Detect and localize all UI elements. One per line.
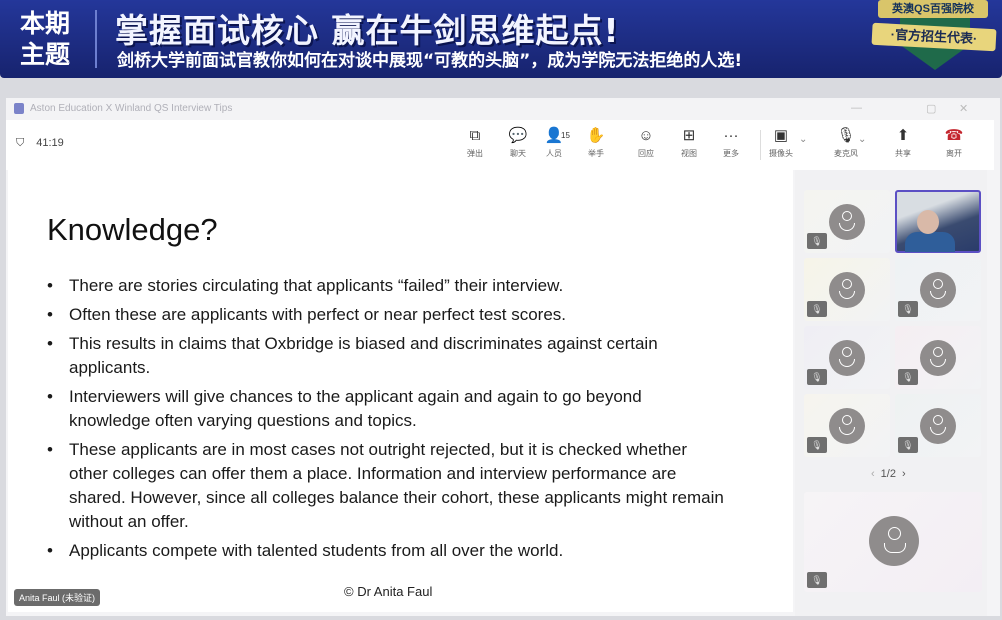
bullet: These applicants are in most cases not o… [47,438,727,534]
participant-tile[interactable]: 🎙 [804,190,890,253]
close-button[interactable]: ✕ [959,102,968,115]
mic-muted-icon: 🎙 [807,233,827,249]
slide-bullets: There are stories circulating that appli… [47,274,727,568]
maximize-button[interactable]: ▢ [926,102,936,115]
popout-button[interactable]: ⧉ 弹出 [455,126,495,159]
slide-title: Knowledge? [47,212,218,247]
participant-tile[interactable]: 🎙 [804,394,890,457]
raise-hand-button[interactable]: ✋ 举手 [576,126,616,159]
share-button[interactable]: ⬆ 共享 [883,126,923,159]
chat-icon: 💬 [508,127,528,144]
share-icon: ⬆ [896,127,910,144]
avatar-icon [920,340,956,376]
raise-hand-icon: ✋ [586,127,606,144]
toolbar-label: 离开 [946,149,962,158]
participant-gallery: 🎙 🎙 🎙 🎙 🎙 🎙 🎙 ‹ 1/2 › 🎙 [795,170,987,616]
title-bar: Aston Education X Winland QS Interview T… [6,98,1000,120]
toolbar-label: 人员 [546,149,562,158]
avatar-icon [920,272,956,308]
slide-copyright: © Dr Anita Faul [344,584,433,599]
mic-muted-icon: 🎙 [807,301,827,317]
participant-tile[interactable]: 🎙 [804,326,890,389]
video-face [917,210,939,234]
toolbar-label: 麦克风 [834,149,858,158]
bullet: Often these are applicants with perfect … [47,303,727,327]
shared-slide: Knowledge? There are stories circulating… [8,170,793,612]
minimize-button[interactable]: — [851,102,862,114]
chat-button[interactable]: 💬 聊天 [498,126,538,159]
meeting-window: Aston Education X Winland QS Interview T… [6,98,1000,616]
participant-tile[interactable]: 🎙 [804,258,890,321]
toolbar-label: 共享 [895,149,911,158]
badge-logo: 英澳QS百强院校 ·官方招生代表· [871,0,1000,70]
mic-muted-icon: 🎙 [807,572,827,588]
toolbar-label: 摄像头 [769,149,793,158]
toolbar-label: 聊天 [510,149,526,158]
promo-banner: 本期 主题 掌握面试核心 赢在牛剑思维起点! 剑桥大学前面试官教你如何在对谈中展现… [0,0,1002,78]
mic-muted-icon: 🎙 [898,369,918,385]
video-person [905,232,955,252]
mic-muted-icon: 🎙 [807,437,827,453]
mic-muted-icon: 🎙 [807,369,827,385]
meeting-toolbar: ⛉ 41:19 ⧉ 弹出 💬 聊天 👤 15 人员 ✋ 举手 ☺ 回应 ⊞ 视图 ··· 更多 ▣ 摄像头 🎙 麦克风… [6,120,994,170]
mic-muted-icon: 🎙 [898,301,918,317]
popout-icon: ⧉ [469,127,481,144]
mic-muted-icon: 🎙 [898,437,918,453]
more-button[interactable]: ··· 更多 [711,126,751,159]
participant-tile[interactable]: 🎙 [895,326,981,389]
bullet: There are stories circulating that appli… [47,274,727,298]
avatar-icon [920,408,956,444]
banner-subline: 剑桥大学前面试官教你如何在对谈中展现“可教的头脑”，成为学院无法拒绝的人选! [117,51,743,71]
toolbar-label: 视图 [681,149,697,158]
next-page-button[interactable]: › [902,468,906,480]
bullet: This results in claims that Oxbridge is … [47,332,727,380]
camera-off-icon: ▣ [773,127,789,144]
avatar-icon [829,408,865,444]
avatar-icon [829,272,865,308]
banner-divider [95,10,97,68]
participant-tile[interactable]: 🎙 [895,258,981,321]
banner-headline: 掌握面试核心 赢在牛剑思维起点! [115,11,620,50]
shield-icon: ⛉ [16,137,25,149]
people-button[interactable]: 👤 15 人员 [534,126,574,159]
bullet: Interviewers will give chances to the ap… [47,385,727,433]
participant-video-tile[interactable] [895,190,981,253]
camera-options-chevron-icon[interactable]: ⌄ [799,134,807,145]
toolbar-label: 更多 [723,149,739,158]
view-icon: ⊞ [682,127,696,144]
bullet: Applicants compete with talented student… [47,539,727,563]
react-icon: ☺ [638,127,654,144]
participant-count: 15 [561,131,570,140]
toolbar-label: 回应 [638,149,654,158]
participant-tile-large[interactable]: 🎙 [804,492,982,592]
window-title: Aston Education X Winland QS Interview T… [30,103,233,114]
banner-side-label: 本期 主题 [20,9,71,69]
more-icon: ··· [723,127,739,144]
leave-button[interactable]: ☎ 离开 [934,126,974,159]
camera-off-button[interactable]: ▣ 摄像头 [761,126,801,159]
prev-page-button[interactable]: ‹ [871,468,875,480]
toolbar-divider [760,130,761,160]
avatar-icon [829,204,865,240]
teams-logo-icon [14,103,24,114]
toolbar-label: 弹出 [467,149,483,158]
participant-tile[interactable]: 🎙 [895,394,981,457]
toolbar-label: 举手 [588,149,604,158]
mic-options-chevron-icon[interactable]: ⌄ [858,134,866,145]
react-button[interactable]: ☺ 回应 [626,126,666,159]
speaker-name-tag: Anita Faul (未验证) [14,589,101,606]
meeting-timer: ⛉ 41:19 [16,137,64,149]
view-button[interactable]: ⊞ 视图 [669,126,709,159]
gallery-pager: ‹ 1/2 › [871,468,906,480]
avatar-icon [829,340,865,376]
avatar-icon [869,516,919,566]
leave-icon: ☎ [944,127,964,144]
